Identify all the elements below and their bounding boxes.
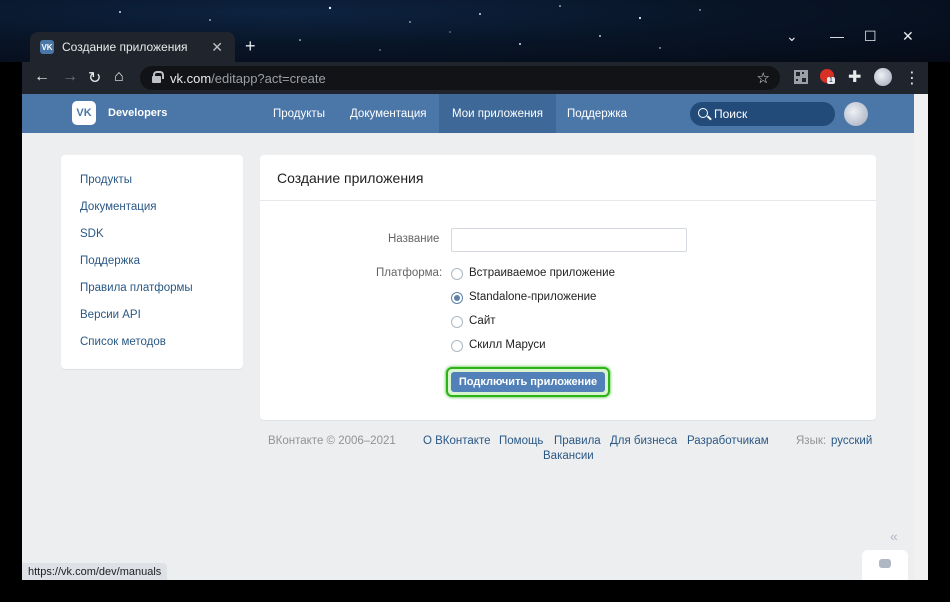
extension-badge-count: 1 xyxy=(827,77,835,84)
home-button[interactable]: ⌂ xyxy=(114,68,124,86)
close-tab-icon[interactable]: ✕ xyxy=(211,39,223,56)
profile-avatar[interactable] xyxy=(874,68,892,86)
radio-website[interactable] xyxy=(451,316,463,328)
nav-my-apps[interactable]: Мои приложения xyxy=(439,94,556,133)
footer-link-about[interactable]: О ВКонтакте xyxy=(423,435,490,447)
qr-code-icon[interactable] xyxy=(793,69,809,85)
sidebar-item-documentation[interactable]: Документация xyxy=(80,201,157,213)
extensions-puzzle-icon[interactable]: ✚ xyxy=(848,67,861,87)
connect-app-button[interactable]: Подключить приложение xyxy=(451,372,605,392)
app-name-input[interactable] xyxy=(451,228,687,252)
tab-title: Создание приложения xyxy=(62,40,188,54)
address-bar[interactable]: vk.com/editapp?act=create ☆ xyxy=(140,66,780,90)
radio-standalone-app[interactable] xyxy=(451,292,463,304)
sidebar-item-sdk[interactable]: SDK xyxy=(80,228,104,240)
browser-toolbar: ← → ↻ ⌂ vk.com/editapp?act=create ☆ 1 ✚ … xyxy=(22,62,928,94)
lock-icon[interactable] xyxy=(152,71,164,83)
vk-logo-icon[interactable]: VK xyxy=(72,101,96,125)
sidebar-item-support[interactable]: Поддержка xyxy=(80,255,140,267)
sidebar-item-platform-rules[interactable]: Правила платформы xyxy=(80,282,193,294)
card-title: Создание приложения xyxy=(260,155,876,201)
search-input[interactable]: Поиск xyxy=(690,102,835,126)
nav-support[interactable]: Поддержка xyxy=(567,94,627,133)
user-avatar[interactable] xyxy=(844,102,868,126)
browser-tab[interactable]: VK Создание приложения ✕ xyxy=(30,32,235,62)
minimize-button[interactable]: — xyxy=(830,28,844,44)
sidebar-item-products[interactable]: Продукты xyxy=(80,174,132,186)
extension-badge-icon[interactable]: 1 xyxy=(820,69,836,85)
sidebar-item-methods-list[interactable]: Список методов xyxy=(80,336,166,348)
url-host: vk.com xyxy=(170,70,212,86)
submit-highlight: Подключить приложение xyxy=(446,367,610,397)
new-tab-button[interactable]: + xyxy=(245,36,256,57)
search-placeholder: Поиск xyxy=(714,107,748,121)
footer-language-label: Язык: xyxy=(796,435,827,447)
vk-favicon-icon: VK xyxy=(40,40,54,54)
sidebar-item-api-versions[interactable]: Версии API xyxy=(80,309,141,321)
collapse-chevron-icon[interactable]: « xyxy=(890,528,898,544)
brand-title[interactable]: Developers xyxy=(108,107,167,119)
chat-button[interactable] xyxy=(862,550,908,580)
sidebar-menu: Продукты Документация SDK Поддержка Прав… xyxy=(61,155,243,369)
footer-link-rules[interactable]: Правила xyxy=(554,435,601,447)
page-viewport: VK Developers Продукты Документация Мои … xyxy=(22,94,928,580)
chat-bubble-icon xyxy=(879,559,891,568)
search-icon xyxy=(698,108,708,118)
name-label: Название xyxy=(388,233,440,245)
radio-embedded-app[interactable] xyxy=(451,268,463,280)
footer-copyright: ВКонтакте © 2006–2021 xyxy=(268,435,396,447)
footer-link-help[interactable]: Помощь xyxy=(499,435,543,447)
tab-search-icon[interactable]: ⌄ xyxy=(786,28,798,45)
vk-header: VK Developers Продукты Документация Мои … xyxy=(22,94,914,133)
maximize-button[interactable]: ☐ xyxy=(864,28,877,45)
option-standalone-app[interactable]: Standalone-приложение xyxy=(469,291,596,303)
nav-products[interactable]: Продукты xyxy=(273,94,325,133)
option-marusia-skill[interactable]: Скилл Маруси xyxy=(469,339,546,351)
option-embedded-app[interactable]: Встраиваемое приложение xyxy=(469,267,615,279)
browser-menu-icon[interactable]: ⋮ xyxy=(904,68,920,88)
option-website[interactable]: Сайт xyxy=(469,315,496,327)
close-window-button[interactable]: ✕ xyxy=(902,28,914,45)
page-scrollbar[interactable] xyxy=(914,94,928,580)
status-url-tooltip: https://vk.com/dev/manuals xyxy=(22,563,168,580)
nav-documentation[interactable]: Документация xyxy=(350,94,427,133)
back-button[interactable]: ← xyxy=(34,68,50,86)
platform-label: Платформа: xyxy=(376,267,443,279)
footer-link-business[interactable]: Для бизнеса xyxy=(610,435,677,447)
footer-link-vacancies[interactable]: Вакансии xyxy=(543,450,594,462)
footer-language-switch[interactable]: русский xyxy=(831,435,872,447)
url-path: /editapp?act=create xyxy=(211,70,326,86)
forward-button[interactable]: → xyxy=(62,68,78,86)
bookmark-star-icon[interactable]: ☆ xyxy=(757,69,770,87)
create-app-card: Создание приложения Название Платформа: … xyxy=(260,155,876,420)
reload-button[interactable]: ↻ xyxy=(88,68,101,88)
radio-marusia-skill[interactable] xyxy=(451,340,463,352)
footer-link-developers[interactable]: Разработчикам xyxy=(687,435,769,447)
